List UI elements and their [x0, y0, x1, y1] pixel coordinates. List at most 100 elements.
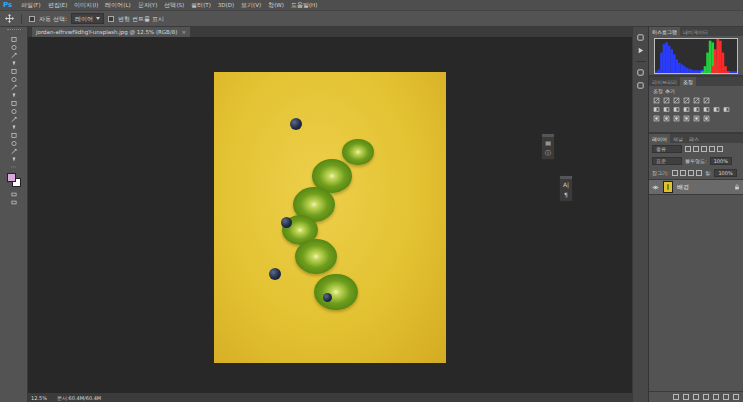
adjustment-icon[interactable] [683, 97, 690, 104]
crop-tool-icon[interactable] [10, 68, 18, 75]
adjustment-icon[interactable] [653, 115, 660, 122]
dodge-tool-icon[interactable] [10, 140, 18, 147]
lasso-tool-icon[interactable] [10, 52, 18, 59]
brush-icon[interactable] [636, 81, 645, 90]
type-tool-icon[interactable] [10, 156, 18, 163]
adjustment-icon[interactable] [693, 115, 700, 122]
eraser-tool-icon[interactable] [10, 116, 18, 123]
menu-item[interactable]: 선택(S) [164, 2, 184, 9]
adjustment-icon[interactable] [663, 106, 670, 113]
layer-action-icon[interactable] [693, 394, 699, 400]
menu-item[interactable]: 이미지(I) [74, 2, 98, 9]
panel-tab[interactable]: 라이브러리 [649, 77, 680, 86]
menu-item[interactable]: 필터(T) [191, 2, 211, 9]
filter-icon[interactable] [701, 146, 707, 152]
marquee-tool-icon[interactable] [10, 44, 18, 51]
panel-button[interactable]: ¶ [564, 191, 568, 199]
move-tool-icon[interactable] [5, 14, 14, 23]
opacity-field[interactable]: 100% [710, 157, 732, 165]
panel-tab[interactable]: 채널 [670, 134, 686, 143]
adjustment-icon[interactable] [653, 97, 660, 104]
histogram-bar [673, 54, 676, 73]
close-tab-button[interactable]: × [181, 29, 186, 36]
stamp-tool-icon[interactable] [10, 100, 18, 107]
menu-item[interactable]: 도움말(H) [291, 2, 317, 9]
adjustment-icon[interactable] [713, 106, 720, 113]
layer-filter-dropdown[interactable]: 종류 [652, 145, 682, 153]
menu-item[interactable]: 3D(D) [218, 2, 234, 9]
adjustment-icon[interactable] [663, 115, 670, 122]
filter-icon[interactable] [717, 146, 723, 152]
adjustment-icon[interactable] [683, 115, 690, 122]
adjustment-icon[interactable] [653, 106, 660, 113]
panel-grip[interactable] [560, 176, 572, 179]
layer-action-icon[interactable] [723, 394, 729, 400]
target-dropdown[interactable]: 레이어 [71, 13, 104, 24]
adjustment-icon[interactable] [663, 97, 670, 104]
filter-icon[interactable] [693, 146, 699, 152]
document-tab[interactable]: jordan-alfrvwf9dhgY-unsplash.jpg @ 12.5%… [32, 27, 190, 37]
panel-tab[interactable]: 조정 [680, 77, 696, 86]
menu-item[interactable]: 파일(F) [21, 2, 40, 9]
layer-action-icon[interactable] [733, 394, 739, 400]
menu-item[interactable]: 문자(Y) [138, 2, 158, 9]
adjustment-icon[interactable] [673, 115, 680, 122]
move-tool-icon[interactable] [10, 36, 18, 43]
panel-tab[interactable]: 레이어 [649, 134, 670, 143]
eyedropper-tool-icon[interactable] [10, 76, 18, 83]
toolbar: ··· [0, 27, 28, 402]
blend-mode-dropdown[interactable]: 표준 [652, 157, 682, 165]
auto-select-checkbox[interactable] [29, 16, 35, 22]
menu-item[interactable]: 편집(E) [48, 2, 68, 9]
menu-item[interactable]: 레이어(L) [105, 2, 130, 9]
hand-tool-icon[interactable] [10, 191, 18, 198]
adjustment-icon[interactable] [703, 115, 710, 122]
panel-tab[interactable]: 내비게이터 [680, 27, 711, 36]
adjustment-icon[interactable] [703, 106, 710, 113]
panel-grip[interactable] [542, 134, 554, 137]
eye-icon[interactable] [652, 184, 659, 191]
foreground-color-swatch[interactable] [7, 173, 16, 182]
styles-icon[interactable] [636, 68, 645, 77]
lock-option-icon[interactable] [696, 170, 702, 176]
more-tools-icon[interactable]: ··· [11, 164, 17, 170]
panel-tab[interactable]: 히스토그램 [649, 27, 680, 36]
adjustment-icon[interactable] [723, 106, 730, 113]
adjustment-icon[interactable] [673, 106, 680, 113]
panel-tab[interactable]: 패스 [686, 134, 702, 143]
wand-tool-icon[interactable] [10, 60, 18, 67]
toolbar-grip[interactable] [7, 29, 21, 32]
layer-row[interactable]: 배경 [649, 180, 743, 195]
history-tool-icon[interactable] [10, 108, 18, 115]
lock-option-icon[interactable] [680, 170, 686, 176]
layer-action-icon[interactable] [673, 394, 679, 400]
panel-button[interactable]: A| [563, 181, 569, 189]
adjustment-icon[interactable] [683, 106, 690, 113]
zoom-tool-icon[interactable] [10, 199, 18, 206]
brush-tool-icon[interactable] [10, 92, 18, 99]
menu-item[interactable]: 보기(V) [241, 2, 261, 9]
panel-button[interactable]: ⓘ [545, 149, 551, 157]
menu-item[interactable]: 창(W) [268, 2, 284, 9]
filter-icon[interactable] [709, 146, 715, 152]
panel-button[interactable]: ▤ [545, 139, 551, 147]
filter-icon[interactable] [685, 146, 691, 152]
lock-option-icon[interactable] [672, 170, 678, 176]
pen-tool-icon[interactable] [10, 148, 18, 155]
play-icon[interactable] [636, 46, 645, 55]
transform-checkbox[interactable] [108, 16, 114, 22]
blur-tool-icon[interactable] [10, 132, 18, 139]
adjustment-icon[interactable] [703, 97, 710, 104]
layer-action-icon[interactable] [713, 394, 719, 400]
adjustment-icon[interactable] [693, 106, 700, 113]
adjustment-icon[interactable] [673, 97, 680, 104]
heal-tool-icon[interactable] [10, 84, 18, 91]
lock-option-icon[interactable] [688, 170, 694, 176]
adjustment-icon[interactable] [693, 97, 700, 104]
layer-action-icon[interactable] [683, 394, 689, 400]
gradient-tool-icon[interactable] [10, 124, 18, 131]
layer-action-icon[interactable] [703, 394, 709, 400]
fill-field[interactable]: 100% [714, 169, 736, 177]
zoom-level[interactable]: 12.5% [31, 395, 47, 401]
history-icon[interactable] [636, 33, 645, 42]
